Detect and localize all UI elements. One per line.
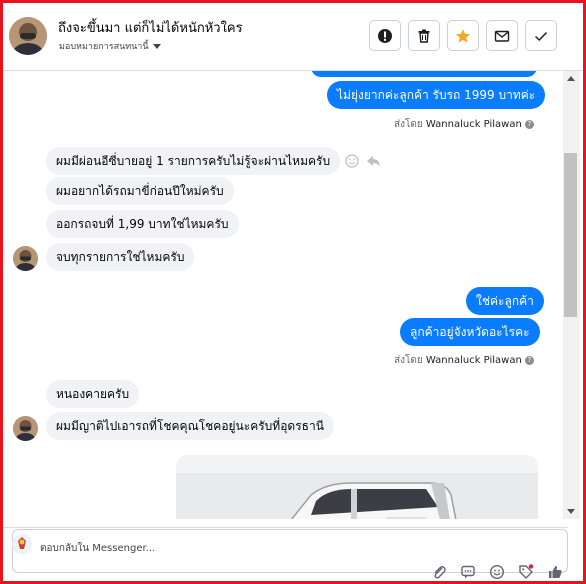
react-icon[interactable] xyxy=(345,154,359,168)
info-icon[interactable]: ? xyxy=(524,355,534,365)
scroll-up-arrow[interactable] xyxy=(567,76,575,81)
paperclip-icon[interactable] xyxy=(431,564,447,580)
emoji-icon[interactable] xyxy=(489,564,505,580)
composer-tools xyxy=(431,564,563,580)
mark-unread-button[interactable] xyxy=(486,20,518,51)
scrollbar-thumb[interactable] xyxy=(564,153,577,317)
caret-down-icon xyxy=(152,44,161,49)
avatar[interactable] xyxy=(13,416,38,441)
message-bubble[interactable]: ออกรถจบที่ 1,99 บาทใช่ไหมครับ xyxy=(46,210,239,238)
message-bubble[interactable]: หนองคายครับ xyxy=(46,380,140,408)
sent-by-prefix: ส่งโดย xyxy=(394,119,423,130)
mail-icon xyxy=(494,30,510,42)
composer-area: ตอบกลับใน Messenger... xyxy=(3,519,583,581)
message-bubble[interactable] xyxy=(311,71,537,77)
reply-placeholder: ตอบกลับใน Messenger... xyxy=(40,543,156,554)
page-avatar xyxy=(12,534,32,554)
sent-by-prefix: ส่งโดย xyxy=(394,355,423,366)
sender-name: Wannaluck Pilawan xyxy=(425,355,522,366)
like-icon[interactable] xyxy=(547,564,563,580)
message-bubble[interactable]: ผมมีญาติไปเอารถที่โชคคุณโชคอยู่นะครับที่… xyxy=(46,412,334,440)
message-bubble[interactable]: ใช่ค่ะลูกค้า xyxy=(466,287,544,315)
mark-done-button[interactable] xyxy=(525,20,557,51)
message-bubble[interactable]: ผมอยากได้รถมาขี่ก่อนปีใหม่ครับ xyxy=(46,177,234,205)
reaction-controls xyxy=(344,153,382,173)
trash-icon xyxy=(418,29,430,43)
quick-reply-icon[interactable] xyxy=(460,564,476,580)
page-title: ถึงจะขึ้นมา แต่ก็ไม่ได้หนักหัวใคร xyxy=(58,21,243,36)
star-button[interactable] xyxy=(447,20,479,51)
tag-icon[interactable] xyxy=(518,564,534,580)
message-bubble[interactable]: ไม่ยุ่งยากค่ะลูกค้า รับรถ 1999 บาทค่ะ xyxy=(327,81,546,109)
sent-by-label: ส่งโดย Wannaluck Pilawan? xyxy=(394,353,534,368)
message-bubble[interactable]: ผมมีผ่อนอีซี่บายอยู่ 1 รายการครับไม่รู้จ… xyxy=(46,147,341,175)
assign-label: มอบหมายการสนทนานี้ xyxy=(59,42,149,52)
header-actions xyxy=(369,20,557,51)
sender-name: Wannaluck Pilawan xyxy=(425,119,522,130)
message-thread[interactable]: ไม่ยุ่งยากค่ะลูกค้า รับรถ 1999 บาทค่ะ ส่… xyxy=(3,71,563,519)
reply-icon[interactable] xyxy=(367,156,380,166)
info-icon[interactable]: ? xyxy=(524,119,534,129)
avatar[interactable] xyxy=(13,246,38,271)
avatar[interactable] xyxy=(9,17,47,55)
check-icon xyxy=(534,31,548,41)
message-bubble[interactable]: จบทุกรายการใช่ไหมครับ xyxy=(46,243,195,271)
assign-conversation-dropdown[interactable]: มอบหมายการสนทนานี้ xyxy=(59,39,161,53)
conversation-header: ถึงจะขึ้นมา แต่ก็ไม่ได้หนักหัวใคร มอบหมา… xyxy=(3,3,583,71)
alert-icon xyxy=(378,28,392,43)
star-icon xyxy=(456,28,470,43)
divider xyxy=(3,527,568,528)
mark-spam-button[interactable] xyxy=(369,20,401,51)
sent-by-label: ส่งโดย Wannaluck Pilawan? xyxy=(394,117,534,132)
delete-button[interactable] xyxy=(408,20,440,51)
thread-scrollbar[interactable] xyxy=(563,71,580,519)
attached-photo[interactable] xyxy=(176,455,538,519)
scroll-down-arrow[interactable] xyxy=(567,509,575,514)
message-bubble[interactable]: ลูกค้าอยู่จังหวัดอะไรคะ xyxy=(400,318,540,346)
